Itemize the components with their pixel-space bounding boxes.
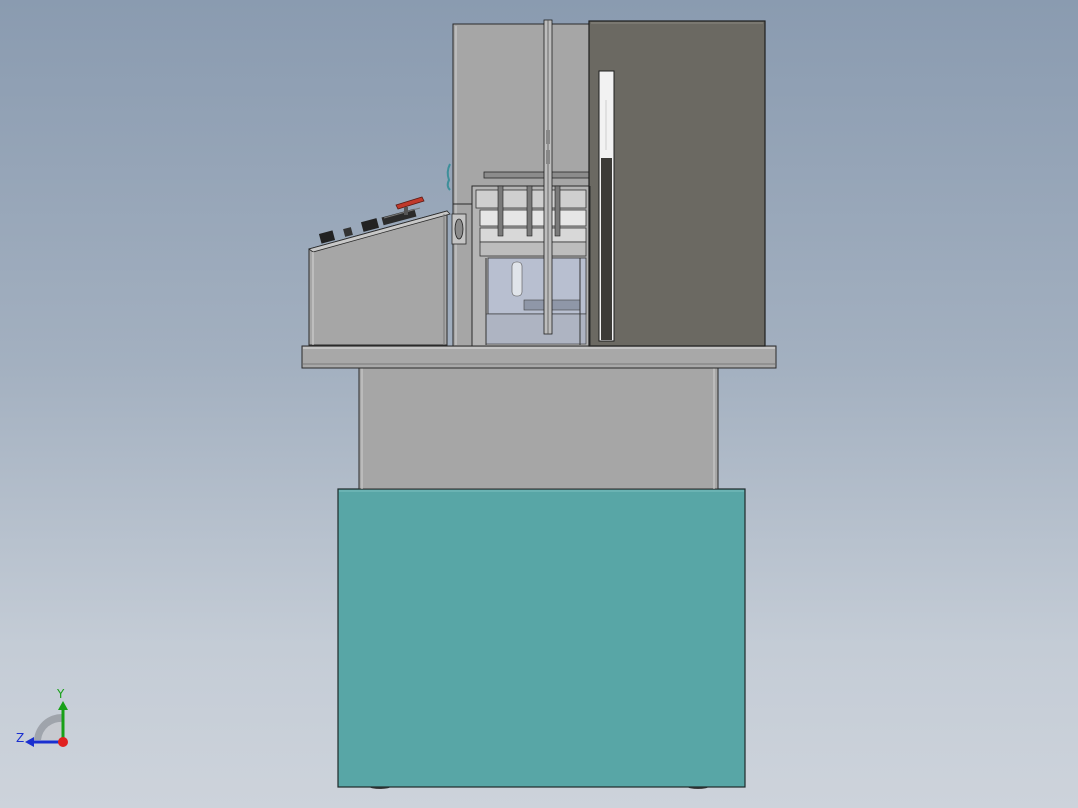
red-handle (395, 196, 425, 210)
graphics-viewport[interactable]: Y Z (0, 0, 1078, 808)
triad-y-label: Y (57, 687, 65, 701)
machine-model[interactable] (0, 0, 1078, 808)
support-column (358, 367, 719, 490)
dark-cover (588, 20, 766, 347)
cable-clip (446, 163, 451, 191)
console-knob-2 (343, 227, 353, 237)
console-knob-1 (318, 230, 336, 244)
table-top-plate (301, 345, 777, 369)
console-knob-3 (360, 218, 380, 232)
cabinet-base (337, 488, 746, 788)
triad-z-label: Z (16, 731, 25, 745)
x-axis-dot (58, 737, 68, 747)
